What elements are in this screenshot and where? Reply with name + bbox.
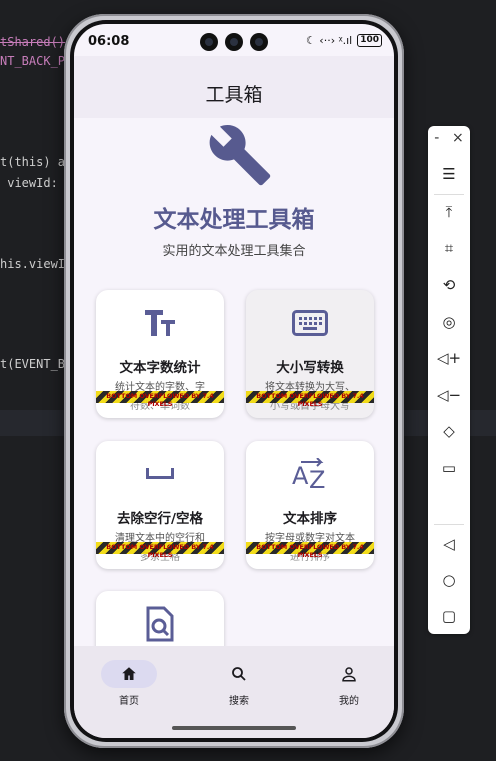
space-bar-icon — [96, 457, 224, 491]
home-circle-icon[interactable]: ○ — [428, 568, 470, 592]
minimize-button[interactable]: - — [434, 130, 439, 146]
home-icon — [101, 660, 157, 688]
svg-text:Z: Z — [309, 466, 325, 490]
card-title: 去除空行/空格 — [117, 511, 203, 527]
fold-icon[interactable]: ▭ — [428, 456, 470, 480]
signal-icons: ☾ ‹··› ᵡ.ıl — [305, 34, 353, 47]
status-time: 06:08 — [88, 34, 130, 49]
wrench-icon — [209, 125, 271, 186]
hero-subtitle: 实用的文本处理工具集合 — [162, 244, 306, 259]
volume-down-icon[interactable]: ◁− — [428, 383, 470, 407]
overflow-warning-label: BOTTOM OVERFLOWED BY 7.4 PIXELS — [256, 392, 364, 408]
code-line: t(EVENT_B — [0, 357, 66, 371]
status-icons: ☾ ‹··› ᵡ.ıl 100 — [306, 34, 382, 47]
phone-bezel: 06:08 ☾ ‹··› ᵡ.ıl 100 工具箱 文本处理工具箱 实用的文本处… — [70, 20, 398, 742]
tool-card-remove-blank[interactable]: 去除空行/空格 清理文本中的空行和 多余空格 BOTTOM OVERFLOWED… — [96, 441, 224, 569]
nav-item-home[interactable]: 首页 — [94, 660, 164, 707]
rotate-icon[interactable]: ⟲ — [428, 273, 470, 297]
overflow-warning-label: BOTTOM OVERFLOWED BY 7.4 PIXELS — [106, 543, 214, 559]
code-line: his.viewI — [0, 257, 66, 271]
overview-icon[interactable]: ▢ — [428, 604, 470, 628]
toolbar-divider — [434, 194, 464, 195]
code-line: tShared() — [0, 35, 66, 49]
close-button[interactable]: × — [452, 130, 464, 146]
person-icon — [321, 660, 377, 688]
code-line: viewId: — [0, 176, 58, 190]
crop-icon[interactable]: ⌗ — [428, 236, 470, 260]
bottom-navigation: 首页 搜索 我的 — [74, 646, 394, 738]
keyboard-icon — [246, 306, 374, 340]
emulator-toolbar: - × ☰ ⤒ ⌗ ⟲ ◎ ◁+ ◁− ◇ ▭ ◁ ○ ▢ — [428, 126, 470, 634]
camera-icon — [200, 33, 218, 51]
camera-icon — [225, 33, 243, 51]
tool-card-word-count[interactable]: 文本字数统计 统计文本的字数、字 符数、单词数 BOTTOM OVERFLOWE… — [96, 290, 224, 418]
tool-card-case-convert[interactable]: 大小写转换 将文本转换为大写、 小写或首字母大写 BOTTOM OVERFLOW… — [246, 290, 374, 418]
nav-item-search[interactable]: 搜索 — [204, 660, 274, 707]
hero-title: 文本处理工具箱 — [153, 207, 315, 233]
overflow-warning-label: BOTTOM OVERFLOWED BY 7.4 PIXELS — [106, 392, 214, 408]
toolbar-divider — [434, 524, 464, 525]
phone-frame: 06:08 ☾ ‹··› ᵡ.ıl 100 工具箱 文本处理工具箱 实用的文本处… — [64, 14, 404, 748]
nav-label: 首页 — [119, 696, 139, 707]
pin-top-icon[interactable]: ⤒ — [428, 200, 470, 224]
volume-up-icon[interactable]: ◁+ — [428, 346, 470, 370]
svg-text:A: A — [292, 462, 309, 490]
document-search-icon — [96, 606, 224, 642]
overflow-warning-label: BOTTOM OVERFLOWED BY 7.4 PIXELS — [256, 543, 364, 559]
back-icon[interactable]: ◁ — [428, 532, 470, 556]
nav-label: 搜索 — [229, 696, 249, 707]
code-line: NT_BACK_P — [0, 54, 66, 68]
card-title: 大小写转换 — [276, 360, 344, 376]
sort-az-icon: A Z — [246, 457, 374, 491]
toolbar-window-controls: - × — [428, 130, 470, 146]
search-icon — [211, 660, 267, 688]
eraser-icon[interactable]: ◇ — [428, 419, 470, 443]
status-bar: 06:08 ☾ ‹··› ᵡ.ıl 100 — [74, 24, 394, 56]
card-title: 文本字数统计 — [119, 360, 201, 376]
nav-label: 我的 — [339, 696, 359, 707]
phone-screen: 06:08 ☾ ‹··› ᵡ.ıl 100 工具箱 文本处理工具箱 实用的文本处… — [74, 24, 394, 738]
card-title: 文本排序 — [283, 511, 337, 527]
app-bar: 工具箱 — [74, 56, 394, 118]
screenshot-icon[interactable]: ◎ — [428, 310, 470, 334]
tool-card-text-sort[interactable]: A Z 文本排序 按字母或数字对文本 进行排序 BOTTOM OVERFLOWE… — [246, 441, 374, 569]
page-title: 工具箱 — [205, 84, 263, 106]
code-line: t(this) a — [0, 155, 66, 169]
text-size-icon — [96, 306, 224, 340]
home-indicator[interactable] — [172, 726, 296, 730]
nav-item-profile[interactable]: 我的 — [314, 660, 384, 707]
menu-icon[interactable]: ☰ — [428, 162, 470, 186]
battery-icon: 100 — [357, 34, 382, 47]
camera-icon — [250, 33, 268, 51]
